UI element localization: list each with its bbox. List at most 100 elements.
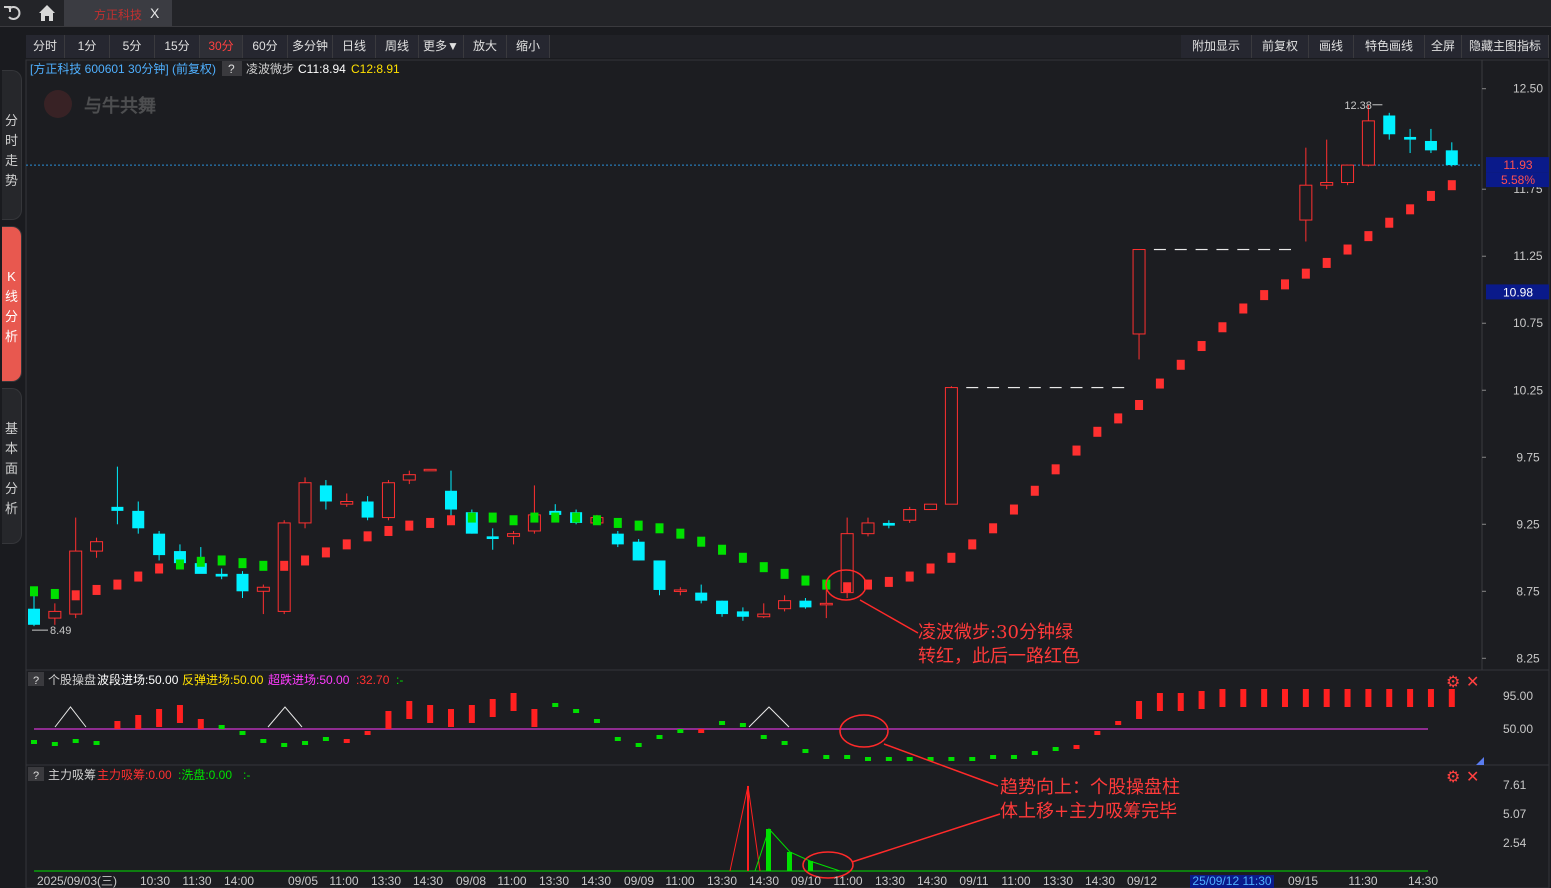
lbwb-mark-61 [1301, 268, 1310, 279]
x-label-25: 25/09/12 11:30 [1192, 874, 1272, 888]
lbwb-mark-19 [426, 517, 435, 528]
lbwb-mark-34 [738, 552, 747, 563]
lbwb-mark-46 [989, 523, 998, 534]
candle-64 [1361, 120, 1375, 166]
ggcp-item-2: 超跌进场:50.00 [268, 672, 350, 687]
lbwb-mark-60 [1281, 279, 1289, 290]
ggcp-bar-5 [135, 715, 142, 729]
x-label-14: 13:30 [707, 874, 737, 888]
close-icon-ggcp[interactable]: ✕ [1466, 674, 1479, 691]
kline-chart[interactable]: 12.5011.7511.2510.7510.259.759.258.758.2… [0, 0, 1551, 888]
candle-4 [111, 506, 124, 511]
close-icon-zlxc[interactable]: ✕ [1466, 769, 1479, 786]
ggcp-item-4: :- [396, 673, 403, 687]
candle-14 [319, 485, 332, 502]
zlxc-green-bar-1 [787, 852, 792, 871]
candle-11 [256, 586, 270, 592]
ggcp-bar-42 [906, 757, 913, 761]
candle-62 [1320, 182, 1334, 186]
candle-19 [423, 468, 437, 472]
y-tick-label-8: 8.25 [1516, 651, 1540, 665]
candle-42 [903, 509, 917, 521]
candle-37 [799, 600, 812, 608]
lbwb-mark-25 [551, 512, 560, 523]
ggcp-bar-8 [197, 719, 204, 729]
ggcp-bar-25 [552, 703, 559, 707]
ggcp-bar-66 [1407, 689, 1414, 707]
x-label-26: 09/15 [1288, 874, 1318, 888]
ggcp-bar-4 [114, 721, 121, 729]
x-label-15: 14:30 [749, 874, 779, 888]
lbwb-mark-22 [488, 512, 497, 523]
ggcp-bar-24 [531, 709, 538, 727]
lbwb-mark-48 [1030, 485, 1039, 496]
ggcp-bar-29 [635, 743, 642, 747]
x-label-12: 09/09 [624, 874, 654, 888]
candle-41 [882, 522, 895, 526]
ggcp-bar-47 [1010, 755, 1017, 759]
ggcp-bar-40 [865, 757, 871, 761]
ggcp-bar-16 [364, 731, 371, 735]
ggcp-bar-18 [406, 701, 413, 719]
lbwb-mark-44 [947, 552, 956, 563]
candle-3 [90, 541, 104, 552]
c11-value: C11:8.94 [298, 62, 346, 76]
candle-23 [507, 533, 521, 537]
x-label-3: 14:00 [224, 874, 254, 888]
ggcp-bar-15 [343, 739, 350, 743]
y-tick-label-2: 11.25 [1513, 249, 1542, 263]
lbwb-mark-52 [1114, 413, 1123, 424]
ggcp-bar-31 [677, 729, 684, 733]
annotation-trend: 趋势向上：个股操盘柱 体上移+主力吸筹完毕 [1000, 776, 1180, 824]
candle-18 [402, 474, 416, 481]
ggcp-item-1: 反弹进场:50.00 [182, 673, 264, 687]
candle-13 [298, 482, 312, 524]
candle-9 [215, 573, 228, 577]
ggcp-bar-13 [302, 741, 309, 745]
candle-67 [1424, 140, 1437, 151]
x-label-19: 14:30 [917, 874, 947, 888]
lbwb-mark-39 [843, 582, 852, 593]
ggcp-bar-52 [1115, 721, 1122, 725]
lbwb-mark-63 [1343, 244, 1352, 255]
lbwb-mark-23 [509, 515, 518, 526]
ggcp-bar-48 [1031, 751, 1038, 755]
zlxc-item-0: 主力吸筹:0.00 [97, 768, 172, 782]
settings-icon-ggcp[interactable]: ⚙ [1446, 674, 1460, 691]
indicator-name: 凌波微步 [246, 62, 294, 76]
ggcp-bar-21 [468, 705, 475, 723]
ggcp-tick-50: 50.00 [1503, 722, 1533, 736]
ggcp-bar-2 [72, 739, 79, 743]
y-tick-label-4: 10.25 [1513, 383, 1543, 397]
c12-value: C12:8.91 [351, 62, 400, 76]
ggcp-bar-12 [281, 743, 288, 747]
lbwb-mark-2 [71, 590, 80, 601]
ggcp-bar-33 [719, 721, 726, 725]
ggcp-bar-62 [1323, 689, 1330, 707]
x-label-22: 13:30 [1043, 874, 1073, 888]
ggcp-bar-50 [1073, 745, 1080, 749]
x-label-0: 2025/09/03(三) [37, 874, 117, 888]
lbwb-mark-55 [1176, 359, 1185, 370]
ggcp-bar-55 [1177, 693, 1184, 711]
lbwb-mark-14 [321, 547, 330, 558]
ggcp-bar-61 [1302, 689, 1309, 707]
y-tick-label-6: 9.25 [1516, 517, 1540, 531]
lbwb-mark-54 [1155, 378, 1164, 389]
lbwb-mark-29 [634, 520, 643, 531]
lbwb-mark-18 [405, 520, 414, 531]
lbwb-mark-59 [1260, 290, 1269, 301]
ggcp-bar-68 [1448, 689, 1455, 707]
candle-68 [1445, 150, 1458, 166]
ggcp-item-3: :32.70 [356, 673, 390, 687]
ggcp-bar-59 [1261, 689, 1268, 707]
ggcp-bar-36 [781, 741, 788, 745]
zlxc-item-2: :- [243, 768, 250, 782]
ggcp-bar-9 [218, 725, 225, 729]
settings-icon-zlxc[interactable]: ⚙ [1446, 769, 1460, 786]
candle-43 [924, 503, 938, 511]
candle-16 [361, 501, 374, 518]
lbwb-mark-9 [217, 555, 226, 566]
ggcp-bar-41 [885, 757, 892, 761]
ggcp-bar-27 [593, 719, 600, 723]
